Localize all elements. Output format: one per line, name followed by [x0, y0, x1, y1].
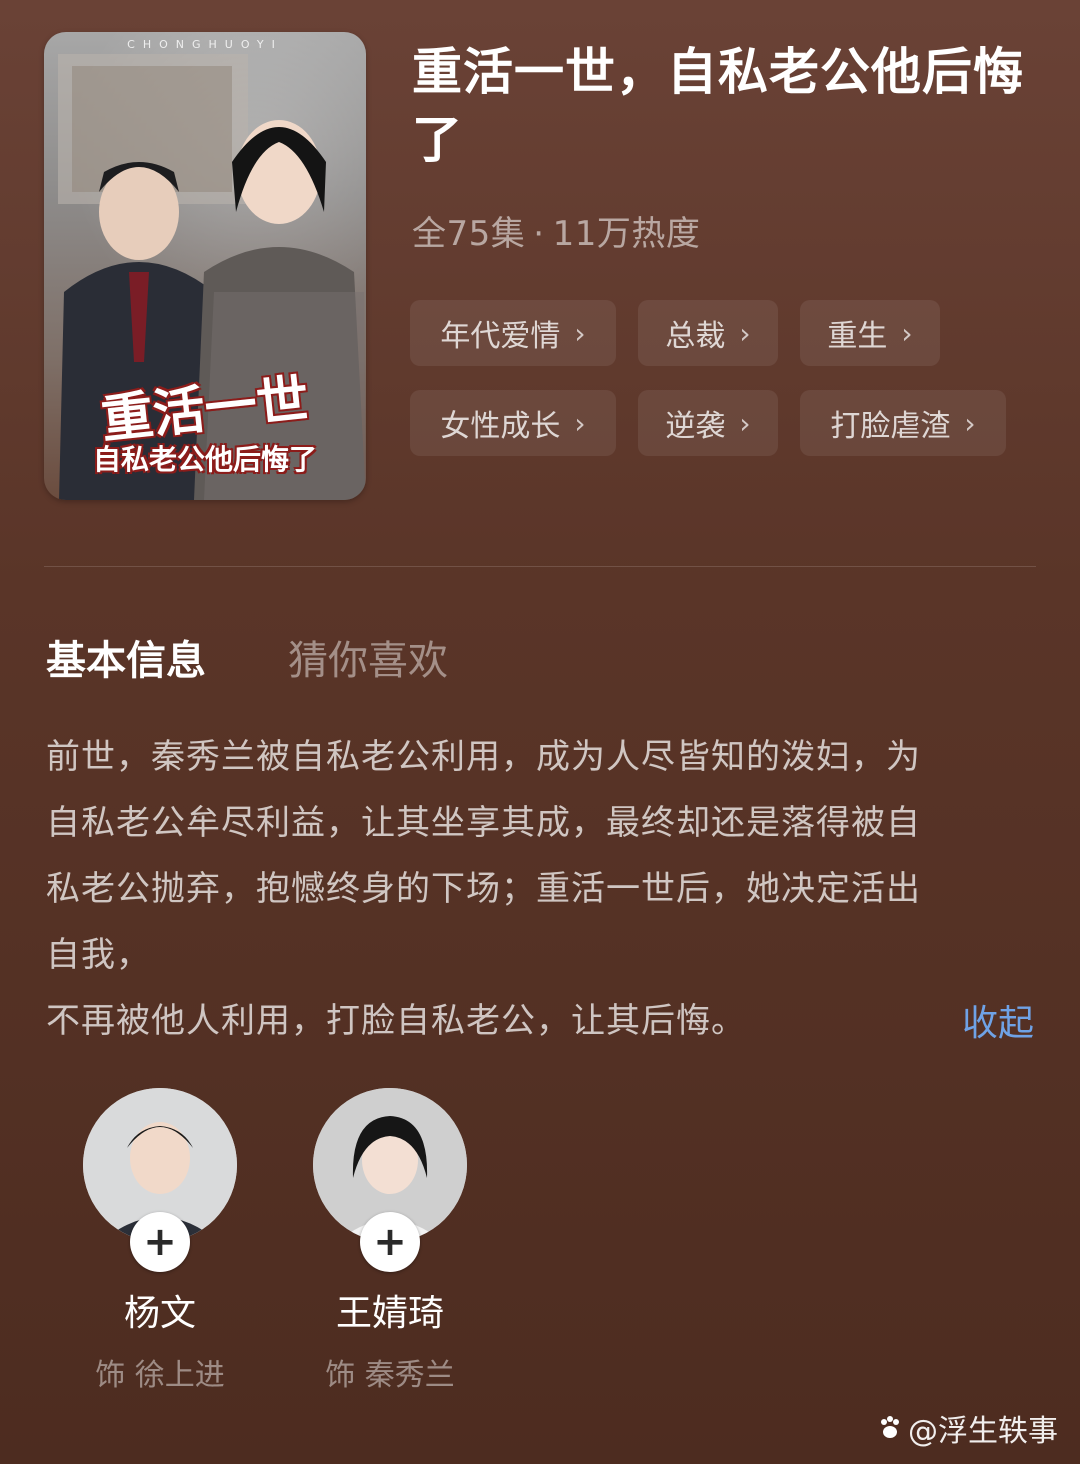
cast-member[interactable]: + 王婧琦 饰 秦秀兰 [310, 1088, 470, 1394]
episode-count: 全75集 [412, 214, 526, 254]
tab-basic-info[interactable]: 基本信息 [46, 628, 206, 686]
plus-icon: + [143, 1219, 177, 1265]
description-line: 自我， [46, 935, 151, 975]
follow-button[interactable]: + [130, 1212, 190, 1272]
tag-chip[interactable]: 打脸虐渣 › [800, 390, 1006, 456]
chevron-right-icon: › [739, 316, 751, 350]
description-line: 前世，秦秀兰被自私老公利用，成为人尽皆知的泼妇，为 [46, 737, 921, 777]
tag-chip[interactable]: 年代爱情 › [410, 300, 616, 366]
drama-poster[interactable]: CHONGHUOYI 重活一世 自私老公他后悔了 [44, 32, 366, 500]
popularity-count: 11万热度 [552, 214, 701, 254]
tag-label: 逆袭 [665, 409, 726, 444]
chevron-right-icon: › [901, 316, 913, 350]
chevron-right-icon: › [739, 406, 751, 440]
follow-button[interactable]: + [360, 1212, 420, 1272]
tag-label: 年代爱情 [440, 319, 561, 354]
paw-icon [881, 1416, 899, 1438]
description-line: 自私老公牟尽利益，让其坐享其成，最终却还是落得被自 [46, 803, 921, 843]
cast-name: 王婧琦 [335, 1293, 444, 1334]
tab-guess-you-like[interactable]: 猜你喜欢 [288, 628, 448, 686]
drama-meta: 全75集 · 11万热度 [412, 206, 700, 255]
drama-title: 重活一世，自私老公他后悔了 [412, 43, 1024, 169]
description-line: 私老公抛弃，抱憾终身的下场；重活一世后，她决定活出 [46, 869, 921, 909]
watermark-text: @浮生轶事 [908, 1414, 1058, 1449]
cast-role: 饰 徐上进 [95, 1358, 225, 1393]
poster-brand-text: CHONGHUOYI [127, 38, 283, 51]
tag-label: 总裁 [665, 319, 726, 354]
chevron-right-icon: › [574, 406, 586, 440]
watermark: @浮生轶事 [876, 1406, 1058, 1450]
drama-description: 前世，秦秀兰被自私老公利用，成为人尽皆知的泼妇，为 自私老公牟尽利益，让其坐享其… [46, 724, 1036, 1054]
tag-chip[interactable]: 重生 › [800, 300, 940, 366]
cast-member[interactable]: + 杨文 饰 徐上进 [80, 1088, 240, 1394]
tag-chip[interactable]: 女性成长 › [410, 390, 616, 456]
tag-chip[interactable]: 总裁 › [638, 300, 778, 366]
tag-label: 打脸虐渣 [830, 409, 951, 444]
chevron-right-icon: › [964, 406, 976, 440]
tag-list: 年代爱情 › 总裁 › 重生 › 女性成长 › 逆袭 › 打脸虐渣 › [410, 300, 1050, 456]
tag-label: 重生 [827, 319, 888, 354]
plus-icon: + [373, 1219, 407, 1265]
meta-separator: · [533, 214, 545, 254]
tag-chip[interactable]: 逆袭 › [638, 390, 778, 456]
collapse-button[interactable]: 收起 [962, 994, 1034, 1046]
cast-name: 杨文 [123, 1293, 196, 1334]
tag-label: 女性成长 [440, 409, 561, 444]
description-line: 不再被他人利用，打脸自私老公，让其后悔。 [46, 1001, 746, 1041]
cast-role: 饰 秦秀兰 [325, 1358, 455, 1393]
chevron-right-icon: › [574, 316, 586, 350]
poster-title: 重活一世 自私老公他后悔了 [62, 368, 348, 474]
section-divider [44, 566, 1036, 567]
